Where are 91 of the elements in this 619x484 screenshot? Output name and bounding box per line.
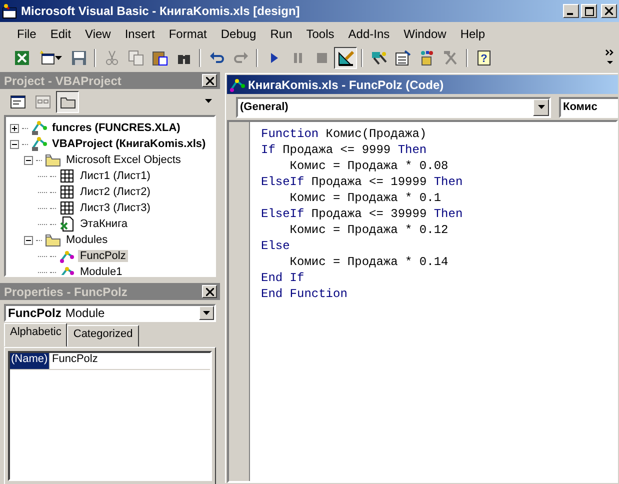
caret-icon — [205, 99, 212, 103]
menu-item[interactable]: View — [78, 25, 118, 43]
close-button[interactable] — [202, 74, 217, 87]
maximize-icon — [584, 6, 594, 16]
module-icon — [229, 76, 245, 92]
redo-icon — [232, 50, 248, 66]
project-panel-title: Project - VBAProject — [4, 74, 122, 88]
tree-item[interactable]: Лист1 (Лист1) — [78, 170, 152, 182]
caret-icon — [203, 311, 210, 315]
code-line: End If — [261, 270, 306, 286]
tree-item[interactable]: Лист2 (Лист2) — [78, 186, 152, 198]
code-editor[interactable] — [227, 120, 618, 483]
code-window-title: КнигаKomis.xls - FuncPolz (Code) — [248, 78, 444, 92]
menu-item[interactable]: Window — [396, 25, 454, 43]
code-line: Комис = Продажа * 0.14 — [288, 254, 450, 270]
folder-icon — [45, 152, 61, 168]
expander-toggle[interactable] — [24, 156, 33, 164]
undo-icon — [208, 50, 224, 66]
form-icon — [38, 50, 54, 66]
menu-item[interactable]: Tools — [299, 25, 342, 43]
caret-icon — [54, 56, 62, 60]
code-line: Function Комис(Продажа) — [261, 126, 428, 142]
code-line: End Function — [261, 286, 348, 302]
toolbar-button[interactable] — [334, 47, 357, 69]
menu-item[interactable]: Add-Ins — [341, 25, 397, 43]
app-icon — [2, 3, 18, 19]
menu-item[interactable]: Format — [162, 25, 214, 43]
form-view-icon — [34, 94, 50, 110]
menu-item[interactable]: Help — [453, 25, 492, 43]
window-title: Microsoft Visual Basic - КнигаKomis.xls [design] — [21, 4, 301, 18]
properties-icon — [394, 50, 410, 66]
menu-item[interactable]: Debug — [214, 25, 264, 43]
code-line: If Продажа <= 9999 Then — [261, 142, 428, 158]
tree-item[interactable]: Module1 — [78, 266, 124, 275]
save-icon — [70, 50, 86, 66]
code-view-icon — [10, 94, 26, 110]
menu-item[interactable]: File — [10, 25, 44, 43]
scissors-icon — [104, 50, 120, 66]
expander-toggle[interactable] — [24, 236, 33, 244]
expander-toggle[interactable] — [10, 124, 19, 132]
code-line: ElseIf Продажа <= 39999 Then — [261, 206, 463, 222]
tab[interactable]: Alphabetic — [4, 323, 68, 347]
close-icon — [206, 288, 214, 296]
property-value[interactable]: FuncPolz — [50, 353, 98, 369]
tab[interactable]: Categorized — [67, 325, 139, 347]
menu-item[interactable]: Edit — [43, 25, 78, 43]
tree-item[interactable]: Modules — [64, 234, 110, 246]
hammer-wrench-icon — [442, 50, 458, 66]
code-line: Комис = Продажа * 0.1 — [288, 190, 442, 206]
copy-icon — [128, 50, 144, 66]
menu-item[interactable]: Run — [263, 25, 300, 43]
close-button[interactable] — [601, 4, 617, 18]
code-line: ElseIf Продажа <= 19999 Then — [261, 174, 463, 190]
toolbar-overflow-icon[interactable] — [605, 48, 615, 66]
properties-panel-title: Properties - FuncPolz — [4, 284, 128, 298]
close-button[interactable] — [202, 285, 217, 298]
caret-icon — [538, 105, 544, 109]
tree-item[interactable]: Microsoft Excel Objects — [64, 154, 183, 166]
toolbar-button[interactable] — [56, 91, 79, 113]
tree-item[interactable]: FuncPolz — [78, 250, 128, 262]
tree-item[interactable]: funcres (FUNCRES.XLA) — [50, 122, 182, 134]
maximize-button[interactable] — [581, 4, 597, 18]
tree-item[interactable]: ЭтаКнига — [78, 218, 130, 230]
workbook-icon — [59, 216, 75, 232]
folder-icon — [45, 232, 61, 248]
code-line: Комис = Продажа * 0.12 — [288, 222, 450, 238]
property-name[interactable]: (Name) — [10, 353, 50, 369]
toolbar-button[interactable]: ? — [472, 47, 495, 69]
project-icon — [31, 120, 47, 136]
menu-item[interactable]: Insert — [118, 25, 162, 43]
tree-item[interactable]: Лист3 (Лист3) — [78, 202, 152, 214]
worksheet-icon — [59, 200, 75, 216]
object-dropdown[interactable]: (General) — [236, 96, 551, 118]
ruler-pencil-icon — [338, 50, 354, 66]
procedure-dropdown[interactable]: Комис — [559, 96, 618, 118]
clipboard-icon — [152, 50, 168, 66]
spreadsheet-icon — [14, 50, 30, 66]
object-browser-icon — [418, 50, 434, 66]
object-dropdown[interactable]: FuncPolz Module — [4, 304, 216, 322]
code-line: Else — [261, 238, 291, 254]
help-icon: ? — [476, 50, 492, 66]
worksheet-icon — [59, 184, 75, 200]
expander-toggle[interactable] — [10, 140, 19, 148]
close-icon — [206, 76, 214, 84]
project-icon — [31, 136, 47, 152]
code-line: Комис = Продажа * 0.08 — [288, 158, 450, 174]
close-icon — [605, 7, 613, 15]
minimize-button[interactable] — [563, 4, 579, 18]
tree-item[interactable]: VBAProject (КнигаKomis.xls) — [50, 138, 208, 150]
worksheet-icon — [59, 168, 75, 184]
project-explorer-icon — [370, 50, 386, 66]
